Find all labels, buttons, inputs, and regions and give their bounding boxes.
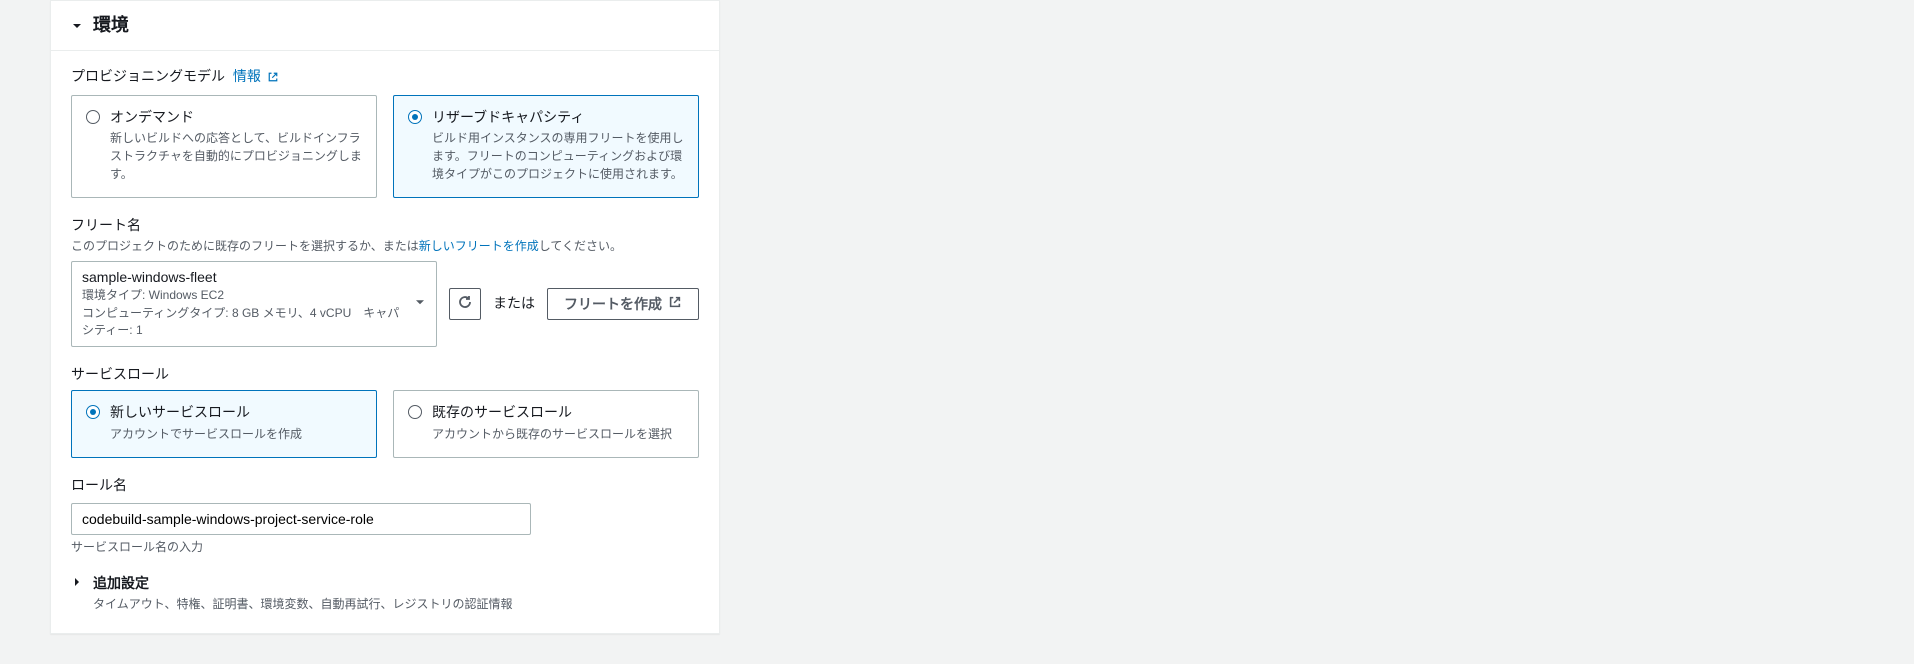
fleet-hint-suffix: してください。 [539, 239, 622, 253]
create-fleet-button-label: フリートを作成 [564, 294, 662, 314]
radio-icon [86, 110, 100, 124]
provisioning-info-text: 情報 [233, 68, 261, 84]
external-link-icon [267, 69, 279, 89]
refresh-button[interactable] [449, 288, 481, 320]
provisioning-option-ondemand-desc: 新しいビルドへの応答として、ビルドインフラストラクチャを自動的にプロビジョニング… [110, 129, 362, 183]
radio-icon [408, 405, 422, 419]
service-role-option-existing[interactable]: 既存のサービスロール アカウントから既存のサービスロールを選択 [393, 390, 699, 458]
fleet-name-label: フリート名 [71, 216, 699, 236]
role-name-label: ロール名 [71, 476, 699, 496]
provisioning-options: オンデマンド 新しいビルドへの応答として、ビルドインフラストラクチャを自動的にプ… [71, 95, 699, 199]
service-role-label: サービスロール [71, 365, 699, 385]
fleet-hint-prefix: このプロジェクトのために既存のフリートを選択するか、または [71, 239, 419, 253]
additional-settings-title: 追加設定 [93, 574, 149, 594]
additional-settings-desc: タイムアウト、特権、証明書、環境変数、自動再試行、レジストリの認証情報 [93, 596, 699, 613]
provisioning-option-reserved[interactable]: リザーブドキャパシティ ビルド用インスタンスの専用フリートを使用します。フリート… [393, 95, 699, 199]
service-role-existing-title: 既存のサービスロール [432, 403, 684, 423]
service-role-group: サービスロール 新しいサービスロール アカウントでサービスロールを作成 既存のサ… [71, 365, 699, 458]
service-role-new-title: 新しいサービスロール [110, 403, 362, 423]
fleet-or-text: または [493, 294, 535, 314]
environment-panel: 環境 プロビジョニングモデル 情報 [50, 0, 720, 634]
environment-panel-header[interactable]: 環境 [51, 1, 719, 50]
additional-settings-section: 追加設定 タイムアウト、特権、証明書、環境変数、自動再試行、レジストリの認証情報 [71, 574, 699, 612]
provisioning-option-ondemand[interactable]: オンデマンド 新しいビルドへの応答として、ビルドインフラストラクチャを自動的にプ… [71, 95, 377, 199]
provisioning-option-reserved-desc: ビルド用インスタンスの専用フリートを使用します。フリートのコンピューティングおよ… [432, 129, 684, 183]
service-role-options: 新しいサービスロール アカウントでサービスロールを作成 既存のサービスロール ア… [71, 390, 699, 458]
role-name-input[interactable] [71, 503, 531, 535]
role-name-group: ロール名 サービスロール名の入力 [71, 476, 699, 556]
create-fleet-button[interactable]: フリートを作成 [547, 288, 699, 320]
service-role-existing-desc: アカウントから既存のサービスロールを選択 [432, 425, 684, 443]
fleet-select-compute: コンピューティングタイプ: 8 GB メモリ、4 vCPU キャパシティー: 1 [82, 305, 408, 340]
fleet-row: sample-windows-fleet 環境タイプ: Windows EC2 … [71, 261, 699, 347]
fleet-name-hint: このプロジェクトのために既存のフリートを選択するか、または新しいフリートを作成し… [71, 238, 699, 255]
provisioning-model-label-text: プロビジョニングモデル [71, 68, 225, 84]
service-role-option-new[interactable]: 新しいサービスロール アカウントでサービスロールを作成 [71, 390, 377, 458]
fleet-select[interactable]: sample-windows-fleet 環境タイプ: Windows EC2 … [71, 261, 437, 347]
provisioning-info-link[interactable]: 情報 [233, 68, 279, 84]
provisioning-model-group: プロビジョニングモデル 情報 オンデマンド [71, 67, 699, 198]
fleet-select-envtype: 環境タイプ: Windows EC2 [82, 287, 408, 304]
caret-down-icon [71, 20, 83, 32]
chevron-down-icon [414, 294, 426, 314]
caret-right-icon [71, 574, 83, 594]
service-role-new-desc: アカウントでサービスロールを作成 [110, 425, 362, 443]
fleet-select-value: sample-windows-fleet [82, 268, 408, 288]
refresh-icon [457, 294, 473, 313]
additional-settings-toggle[interactable]: 追加設定 [71, 574, 699, 594]
radio-icon [86, 405, 100, 419]
radio-icon [408, 110, 422, 124]
environment-panel-body: プロビジョニングモデル 情報 オンデマンド [51, 50, 719, 632]
create-new-fleet-link[interactable]: 新しいフリートを作成 [419, 239, 539, 253]
environment-panel-title: 環境 [93, 13, 129, 38]
fleet-name-group: フリート名 このプロジェクトのために既存のフリートを選択するか、または新しいフリ… [71, 216, 699, 346]
external-link-icon [668, 295, 682, 312]
provisioning-option-ondemand-title: オンデマンド [110, 108, 362, 128]
role-name-hint: サービスロール名の入力 [71, 539, 699, 556]
provisioning-option-reserved-title: リザーブドキャパシティ [432, 108, 684, 128]
provisioning-model-label: プロビジョニングモデル 情報 [71, 67, 699, 89]
